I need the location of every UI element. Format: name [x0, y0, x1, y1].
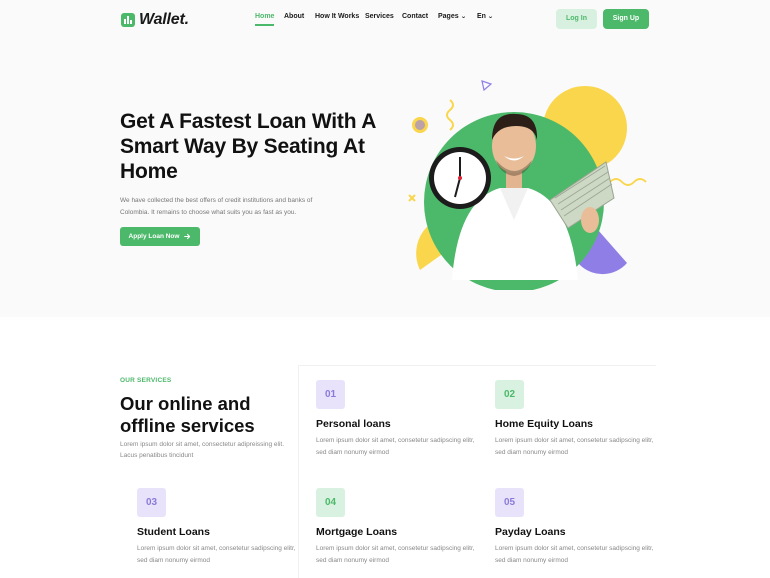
- squiggle-shape: [446, 99, 454, 131]
- card-title: Payday Loans: [495, 526, 566, 538]
- login-button[interactable]: Log In: [556, 9, 597, 29]
- nav-active-underline: [255, 24, 275, 26]
- nav-how-it-works[interactable]: How It Works: [315, 13, 359, 20]
- nav-contact[interactable]: Contact: [402, 13, 428, 20]
- service-card[interactable]: 05 Payday Loans Lorem ipsum dolor sit am…: [495, 488, 655, 578]
- service-card[interactable]: 02 Home Equity Loans Lorem ipsum dolor s…: [495, 380, 655, 480]
- card-number-badge: 01: [316, 380, 345, 409]
- hero-title: Get A Fastest Loan With A Smart Way By S…: [120, 110, 376, 183]
- service-card[interactable]: 04 Mortgage Loans Lorem ipsum dolor sit …: [316, 488, 476, 578]
- arrow-right-icon: [184, 233, 191, 240]
- main-nav: Home About How It Works Services Contact…: [0, 13, 770, 27]
- nav-pages-label: Pages: [438, 13, 459, 20]
- chevron-down-icon: ⌄: [487, 14, 494, 20]
- hero-section: Get A Fastest Loan With A Smart Way By S…: [0, 40, 770, 317]
- nav-pages[interactable]: Pages⌄: [438, 13, 466, 20]
- services-subtitle: Lorem ipsum dolor sit amet, consectetur …: [120, 441, 285, 459]
- card-title: Mortgage Loans: [316, 526, 398, 538]
- hero-description: We have collected the best offers of cre…: [120, 197, 313, 216]
- card-title: Personal loans: [316, 418, 391, 430]
- card-description: Lorem ipsum dolor sit amet, consetetur s…: [137, 545, 296, 564]
- nav-home[interactable]: Home: [255, 13, 275, 26]
- cross-shape: [408, 194, 416, 202]
- card-number-badge: 03: [137, 488, 166, 517]
- nav-home-label: Home: [255, 13, 275, 20]
- nav-services[interactable]: Services: [365, 13, 394, 20]
- nav-language[interactable]: En⌄: [477, 13, 493, 20]
- card-description: Lorem ipsum dolor sit amet, consetetur s…: [316, 437, 475, 456]
- triangle-shape: [481, 80, 493, 92]
- services-heading: Our online and offline services: [120, 393, 255, 436]
- card-description: Lorem ipsum dolor sit amet, consetetur s…: [316, 545, 475, 564]
- card-description: Lorem ipsum dolor sit amet, consetetur s…: [495, 545, 654, 564]
- apply-loan-button[interactable]: Apply Loan Now: [120, 227, 200, 246]
- nav-language-label: En: [477, 13, 486, 20]
- services-section: OUR SERVICES Our online and offline serv…: [0, 317, 770, 578]
- wave-shape: [609, 178, 647, 186]
- chevron-down-icon: ⌄: [460, 14, 467, 20]
- site-header: Wallet. Home About How It Works Services…: [0, 0, 770, 40]
- service-card[interactable]: 01 Personal loans Lorem ipsum dolor sit …: [316, 380, 476, 480]
- apply-loan-label: Apply Loan Now: [128, 233, 180, 240]
- signup-button[interactable]: Sign Up: [603, 9, 649, 29]
- service-card[interactable]: 03 Student Loans Lorem ipsum dolor sit a…: [137, 488, 297, 578]
- nav-about[interactable]: About: [284, 13, 304, 20]
- card-number-badge: 04: [316, 488, 345, 517]
- card-title: Student Loans: [137, 526, 210, 538]
- card-number-badge: 02: [495, 380, 524, 409]
- clock-icon: [429, 147, 491, 209]
- card-title: Home Equity Loans: [495, 418, 594, 430]
- services-kicker: OUR SERVICES: [120, 377, 172, 384]
- hero-illustration: [408, 80, 647, 290]
- card-number-badge: 05: [495, 488, 524, 517]
- card-description: Lorem ipsum dolor sit amet, consetetur s…: [495, 437, 654, 456]
